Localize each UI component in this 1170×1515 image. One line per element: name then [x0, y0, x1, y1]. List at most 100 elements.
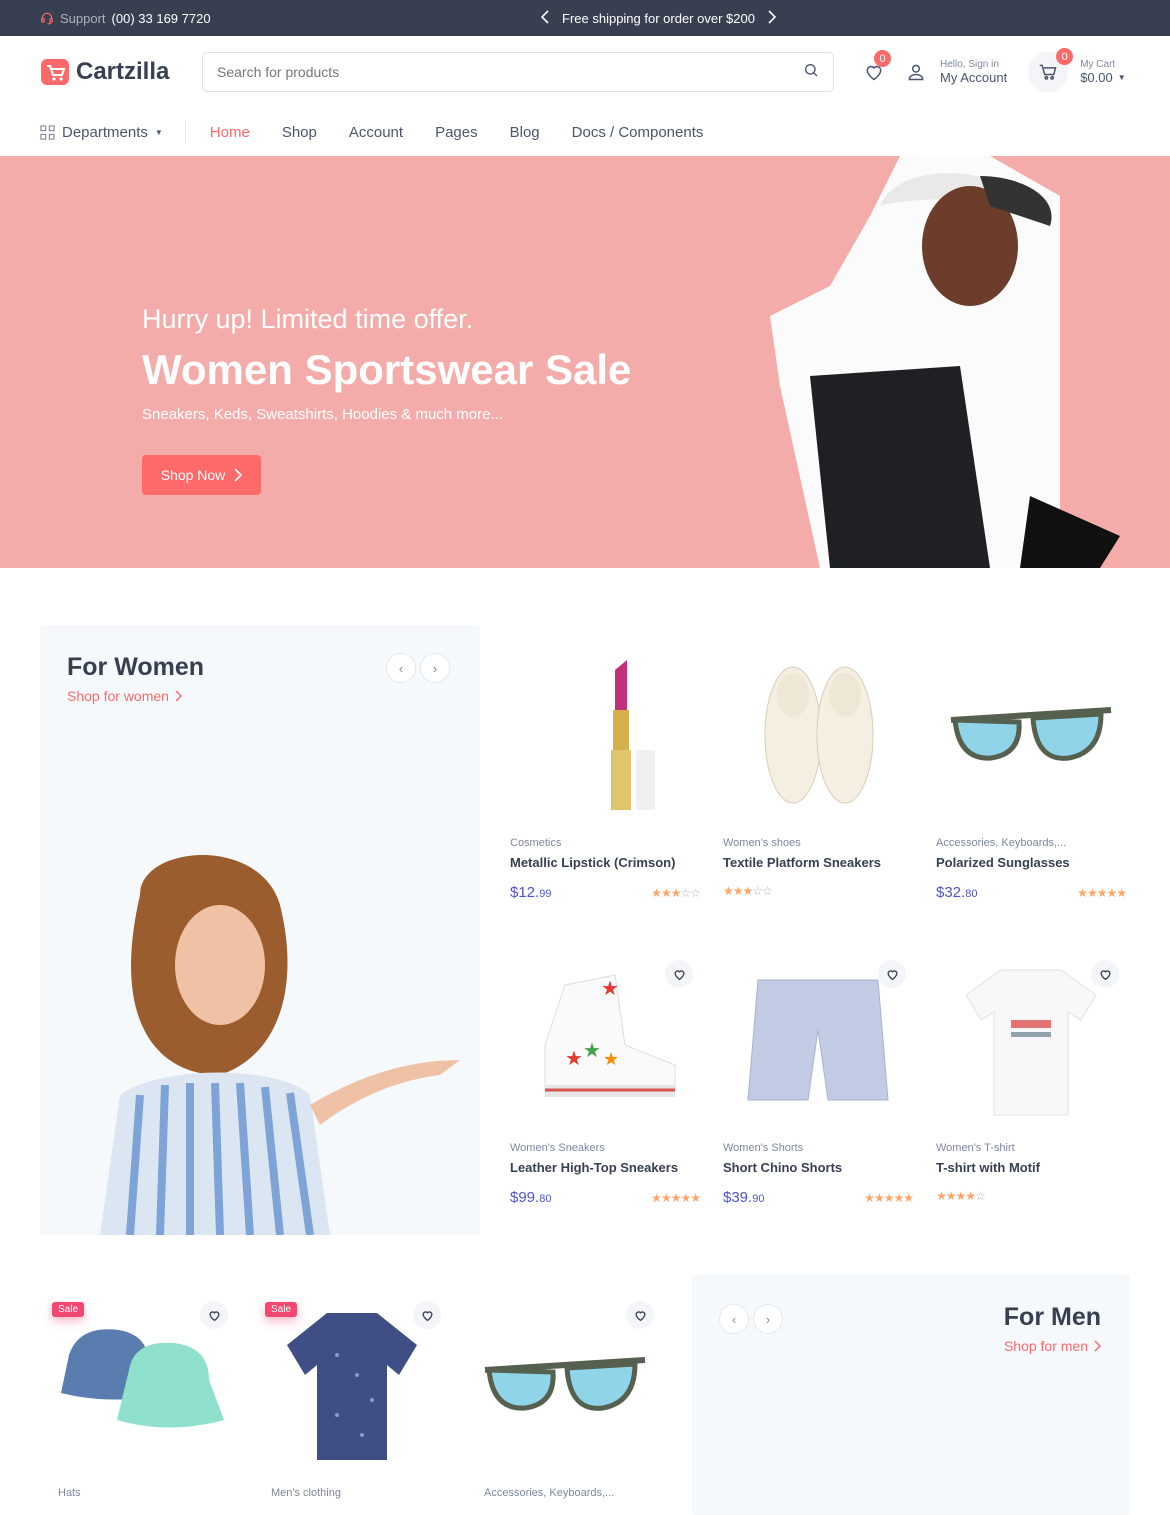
star-filled-icon: ★ — [955, 1189, 967, 1203]
logo-text: Cartzilla — [76, 58, 170, 85]
logo[interactable]: Cartzilla — [40, 57, 169, 87]
product-image[interactable] — [723, 645, 913, 825]
price-cents: 80 — [965, 888, 978, 900]
star-empty-icon: ☆ — [975, 1189, 986, 1203]
shop-for-women-label: Shop for women — [67, 688, 169, 704]
star-filled-icon: ★ — [732, 884, 744, 898]
price-main: $99. — [510, 1189, 540, 1206]
chevron-left-icon[interactable] — [540, 9, 550, 27]
wishlist-toggle[interactable] — [878, 960, 906, 988]
search-input[interactable] — [217, 64, 777, 80]
wishlist-toggle[interactable] — [413, 1301, 441, 1329]
departments-menu[interactable]: Departments ▼ — [40, 120, 186, 144]
sneakers-image — [764, 666, 874, 804]
star-filled-icon: ★ — [873, 1190, 885, 1205]
promo-text: Free shipping for order over $200 — [562, 10, 755, 26]
wishlist-toggle[interactable] — [626, 1301, 654, 1329]
shop-for-women-link[interactable]: Shop for women — [67, 688, 182, 704]
product-name[interactable]: Short Chino Shorts — [723, 1160, 913, 1175]
star-filled-icon: ★ — [945, 1189, 957, 1203]
product-card[interactable]: Women's shoes Textile Platform Sneakers … — [723, 645, 913, 898]
product-name[interactable]: Polarized Sunglasses — [936, 855, 1126, 870]
wishlist-toggle[interactable] — [1091, 960, 1119, 988]
star-filled-icon: ★ — [742, 884, 754, 898]
price-main: $32. — [936, 884, 966, 901]
product-category: Accessories, Keyboards,... — [484, 1487, 615, 1499]
hero-subtitle: Hurry up! Limited time offer. — [142, 304, 474, 334]
wishlist-button[interactable]: 0 — [864, 50, 891, 92]
nav-blog[interactable]: Blog — [510, 124, 540, 141]
product-name[interactable]: Textile Platform Sneakers — [723, 855, 913, 870]
product-card[interactable]: Accessories, Keyboards,... Polarized Sun… — [936, 645, 1127, 901]
heart-icon — [422, 1310, 432, 1321]
star-filled-icon: ★ — [651, 1190, 662, 1205]
star-filled-icon: ★ — [660, 1190, 672, 1205]
product-name[interactable]: Leather High-Top Sneakers — [510, 1160, 700, 1175]
cart-badge: 0 — [1056, 48, 1074, 65]
product-name[interactable]: Metallic Lipstick (Crimson) — [510, 855, 700, 870]
product-category: Men's clothing — [271, 1487, 341, 1499]
shop-for-men-link[interactable]: Shop for men — [1004, 1338, 1101, 1354]
support-phone[interactable]: (00) 33 169 7720 — [112, 11, 211, 26]
promo-ticker: Free shipping for order over $200 — [540, 0, 777, 36]
star-rating: ★★★☆☆ — [723, 884, 773, 898]
chevron-right-icon — [175, 690, 182, 702]
star-filled-icon: ★ — [965, 1189, 976, 1203]
product-card[interactable]: Accessories, Keyboards,... — [470, 1295, 660, 1499]
prev-arrow-icon[interactable]: ‹ — [719, 1304, 749, 1334]
star-filled-icon: ★ — [1116, 885, 1127, 900]
chevron-right-icon[interactable] — [767, 9, 777, 27]
product-category: Women's Sneakers — [510, 1142, 605, 1154]
caret-down-icon: ▼ — [1117, 73, 1126, 82]
product-card[interactable]: Sale Men's clothing — [257, 1295, 447, 1499]
heart-icon — [209, 1310, 219, 1321]
product-card[interactable]: ★ ★ ★ ★ Women's Sneakers Leather High-Top S… — [510, 950, 701, 1206]
star-rating: ★★★★★ — [651, 1190, 701, 1205]
product-card[interactable]: Women's T-shirt T-shirt with Motif ★★★★☆ — [936, 950, 1126, 1203]
shop-now-label: Shop Now — [160, 467, 226, 483]
product-image[interactable] — [510, 645, 700, 825]
account-button[interactable]: Hello, Sign in My Account — [906, 59, 1007, 85]
chevron-right-icon — [234, 468, 243, 482]
cart-button[interactable]: 0 My Cart $0.00 ▼ — [1028, 48, 1126, 92]
header: Cartzilla 0 Hello, Sign in My Account 0 … — [0, 36, 1170, 108]
product-image[interactable] — [936, 645, 1126, 825]
star-filled-icon: ★ — [723, 884, 734, 898]
hero-banner: Hurry up! Limited time offer. Women Spor… — [0, 156, 1170, 568]
next-arrow-icon[interactable]: › — [420, 653, 450, 683]
women-panel: For Women Shop for women ‹ › — [40, 625, 480, 1235]
hero-title: Women Sportswear Sale — [142, 346, 632, 393]
greeting: Hello, Sign in — [940, 59, 999, 70]
star-empty-icon: ☆ — [680, 885, 691, 900]
lipstick-image — [611, 660, 655, 810]
star-rating: ★★★★★ — [864, 1190, 914, 1205]
nav-links: Home Shop Account Pages Blog Docs / Comp… — [210, 124, 704, 141]
star-filled-icon: ★ — [1086, 885, 1098, 900]
prev-arrow-icon[interactable]: ‹ — [386, 653, 416, 683]
nav-account[interactable]: Account — [349, 124, 403, 141]
svg-text:★: ★ — [601, 978, 619, 1000]
nav-docs[interactable]: Docs / Components — [572, 124, 704, 141]
nav-home[interactable]: Home — [210, 124, 250, 141]
nav-pages[interactable]: Pages — [435, 124, 478, 141]
nav-shop[interactable]: Shop — [282, 124, 317, 141]
price-cents: 80 — [539, 1193, 552, 1205]
header-actions: 0 Hello, Sign in My Account 0 My Cart $0… — [864, 48, 1126, 92]
wishlist-toggle[interactable] — [200, 1301, 228, 1329]
tshirt-image — [965, 969, 1097, 1116]
next-arrow-icon[interactable]: › — [753, 1304, 783, 1334]
product-card[interactable]: Cosmetics Metallic Lipstick (Crimson) $1… — [510, 645, 701, 901]
wishlist-toggle[interactable] — [665, 960, 693, 988]
star-empty-icon: ☆ — [752, 884, 763, 898]
product-card[interactable]: Sale Hats — [44, 1295, 234, 1499]
shop-now-button[interactable]: Shop Now — [142, 455, 261, 495]
men-carousel-controls: ‹ › — [719, 1304, 783, 1334]
product-price: $12.99 — [510, 884, 551, 901]
product-card[interactable]: Women's Shorts Short Chino Shorts $39.90… — [723, 950, 914, 1206]
star-filled-icon: ★ — [903, 1190, 914, 1205]
support[interactable]: Support (00) 33 169 7720 — [40, 11, 211, 26]
search-icon[interactable] — [803, 62, 819, 83]
product-name[interactable]: T-shirt with Motif — [936, 1160, 1126, 1175]
hero-description: Sneakers, Keds, Sweatshirts, Hoodies & m… — [142, 406, 503, 423]
hero-model-image — [770, 156, 1120, 568]
